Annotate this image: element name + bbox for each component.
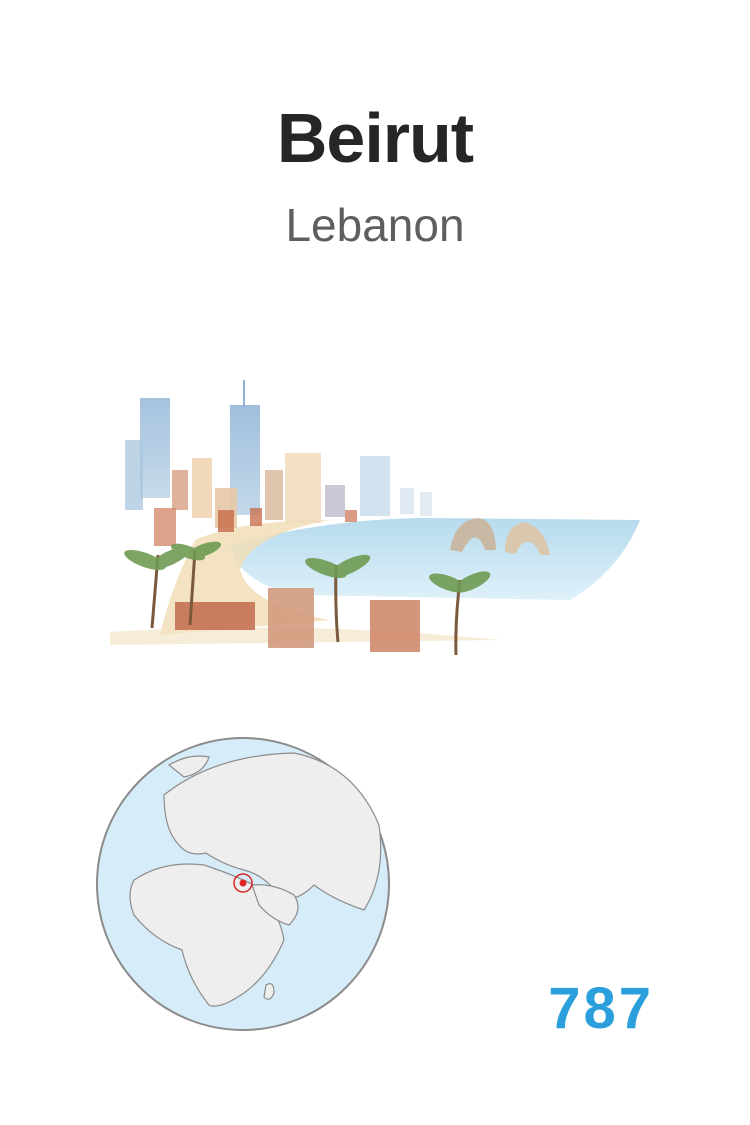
globe-map [96,737,390,1031]
card-number: 787 [548,976,654,1041]
location-marker [239,879,247,887]
city-illustration [110,380,640,656]
country-subtitle: Lebanon [285,199,465,251]
city-title: Beirut [276,99,474,177]
